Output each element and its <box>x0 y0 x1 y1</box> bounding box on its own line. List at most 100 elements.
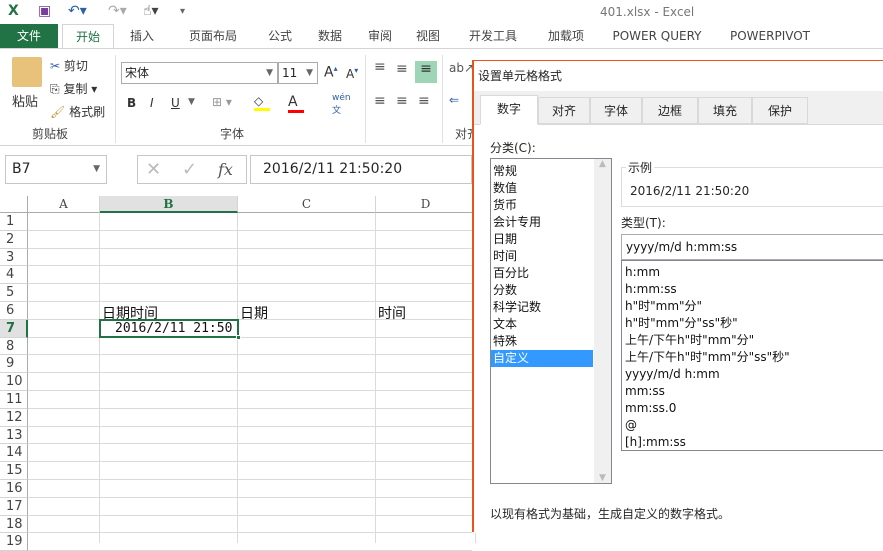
chevron-down-icon[interactable]: ▼ <box>188 97 195 107</box>
row-header-2[interactable]: 2 <box>0 230 28 249</box>
tab-4[interactable]: 公式 <box>256 24 304 49</box>
align-left-icon[interactable]: ≡ <box>374 93 386 109</box>
format-item[interactable]: h"时"mm"分" <box>622 298 883 315</box>
cancel-icon[interactable]: ✕ <box>146 156 161 183</box>
tab-5[interactable]: 数据 <box>306 24 354 49</box>
column-header-C[interactable]: C <box>238 196 376 213</box>
bold-button[interactable]: B <box>127 96 136 110</box>
format-item[interactable]: mm:ss <box>622 383 883 400</box>
tab-0[interactable]: 文件 <box>0 24 58 49</box>
align-bottom-icon[interactable]: ≡ <box>415 61 437 83</box>
dialog-tab-5[interactable]: 保护 <box>752 97 808 124</box>
category-item[interactable]: 货币 <box>491 197 593 214</box>
tab-10[interactable]: POWER QUERY <box>598 24 716 49</box>
undo-icon[interactable]: ↶▾ <box>68 3 87 19</box>
fill-color-button[interactable]: ◇ <box>254 94 270 111</box>
enter-icon[interactable]: ✓ <box>182 156 197 183</box>
row-header-11[interactable]: 11 <box>0 391 28 409</box>
tab-7[interactable]: 视图 <box>406 24 450 49</box>
dialog-tab-4[interactable]: 填充 <box>698 97 752 124</box>
row-header-15[interactable]: 15 <box>0 462 28 480</box>
font-color-button[interactable]: A <box>288 94 304 113</box>
row-header-8[interactable]: 8 <box>0 337 28 356</box>
category-item[interactable]: 时间 <box>491 248 593 265</box>
tab-2[interactable]: 插入 <box>116 24 168 49</box>
align-right-icon[interactable]: ≡ <box>418 93 430 109</box>
format-item[interactable]: h:mm <box>622 264 883 281</box>
dialog-tab-3[interactable]: 边框 <box>642 97 698 124</box>
scroll-down-icon[interactable]: ▼ <box>594 473 611 483</box>
orientation-icon[interactable]: ab↗ <box>449 61 474 75</box>
row-header-9[interactable]: 9 <box>0 355 28 374</box>
category-item[interactable]: 数值 <box>491 180 593 197</box>
paste-icon[interactable] <box>12 57 42 87</box>
decrease-indent-icon[interactable]: ⇐ <box>449 93 459 107</box>
row-header-5[interactable]: 5 <box>0 284 28 302</box>
format-item[interactable]: @ <box>622 417 883 434</box>
scroll-up-icon[interactable]: ▲ <box>594 159 611 169</box>
type-input[interactable]: yyyy/m/d h:mm:ss <box>621 234 883 260</box>
row-header-19[interactable]: 19 <box>0 533 28 551</box>
cell-C6[interactable]: 日期 <box>240 303 268 323</box>
spreadsheet-grid[interactable]: A B C D 1 2 3 4 5 6 7 8 9 10 11 12 13 14 15 16 17 18 19 日期时间 日期时… <box>0 196 476 551</box>
format-item[interactable]: [h]:mm:ss <box>622 434 883 451</box>
row-header-3[interactable]: 3 <box>0 248 28 267</box>
category-item[interactable]: 日期 <box>491 231 593 248</box>
customize-icon[interactable]: ▾ <box>180 6 185 17</box>
dialog-tab-2[interactable]: 字体 <box>590 97 642 124</box>
row-header-14[interactable]: 14 <box>0 444 28 463</box>
row-header-16[interactable]: 16 <box>0 480 28 498</box>
font-name-combo[interactable]: 宋体 ▼ <box>121 62 278 84</box>
format-item[interactable]: h"时"mm"分"ss"秒" <box>622 315 883 332</box>
select-all-corner[interactable] <box>0 196 28 213</box>
paste-button[interactable]: 粘贴 <box>12 91 38 110</box>
dialog-tab-0[interactable]: 数字 <box>480 95 538 125</box>
row-header-4[interactable]: 4 <box>0 266 28 285</box>
tab-8[interactable]: 开发工具 <box>452 24 534 49</box>
format-item[interactable]: h:mm:ss <box>622 281 883 298</box>
category-item[interactable]: 会计专用 <box>491 214 593 231</box>
tab-3[interactable]: 页面布局 <box>172 24 254 49</box>
italic-button[interactable]: I <box>150 96 154 110</box>
format-item[interactable]: 上午/下午h"时"mm"分" <box>622 332 883 349</box>
format-painter-button[interactable]: 🖌 格式刷 <box>50 103 105 120</box>
format-list[interactable]: h:mm h:mm:ss h"时"mm"分" h"时"mm"分"ss"秒" 上午/下午h… <box>621 260 883 451</box>
row-header-10[interactable]: 10 <box>0 373 28 391</box>
border-icon[interactable]: ⊞ ▾ <box>212 95 232 109</box>
fill-handle[interactable] <box>236 334 241 340</box>
category-item[interactable]: 常规 <box>491 163 593 180</box>
tab-1[interactable]: 开始 <box>62 24 114 49</box>
phonetic-button[interactable]: wén 文 <box>332 93 351 116</box>
column-header-A[interactable]: A <box>28 196 100 213</box>
touch-mode-icon[interactable]: ☝▾ <box>143 3 159 19</box>
tab-11[interactable]: POWERPIVOT <box>720 24 820 49</box>
row-header-12[interactable]: 12 <box>0 408 28 427</box>
format-item[interactable]: yyyy/m/d h:mm <box>622 366 883 383</box>
category-item[interactable]: 文本 <box>491 316 593 333</box>
column-header-D[interactable]: D <box>376 196 476 213</box>
formula-input[interactable]: 2016/2/11 21:50:20 <box>250 155 472 184</box>
grow-font-icon[interactable]: A▴ <box>324 64 338 81</box>
category-item[interactable]: 科学记数 <box>491 299 593 316</box>
name-box[interactable]: B7 ▼ <box>5 155 107 184</box>
row-header-18[interactable]: 18 <box>0 515 28 534</box>
category-item[interactable]: 特殊 <box>491 333 593 350</box>
align-middle-icon[interactable]: ≡ <box>396 61 408 77</box>
category-item[interactable]: 分数 <box>491 282 593 299</box>
column-header-B[interactable]: B <box>100 196 238 213</box>
shrink-font-icon[interactable]: A▾ <box>346 66 358 81</box>
category-list[interactable]: 常规 数值 货币 会计专用 日期 时间 百分比 分数 科学记数 文本 特殊 自定义 ▲ ▼ <box>490 158 612 484</box>
tab-9[interactable]: 加载项 <box>536 24 596 49</box>
row-header-1[interactable]: 1 <box>0 213 28 231</box>
dialog-tab-1[interactable]: 对齐 <box>538 97 590 124</box>
row-header-6[interactable]: 6 <box>0 302 28 320</box>
row-header-7[interactable]: 7 <box>0 319 28 338</box>
row-header-17[interactable]: 17 <box>0 497 28 516</box>
insert-function-icon[interactable]: fx <box>218 156 233 183</box>
font-size-combo[interactable]: 11 ▼ <box>278 62 318 84</box>
copy-button[interactable]: ⎘ 复制 ▾ <box>50 80 97 97</box>
underline-button[interactable]: U <box>171 96 180 110</box>
cut-button[interactable]: ✂ 剪切 <box>50 57 88 74</box>
format-item[interactable]: 上午/下午h"时"mm"分"ss"秒" <box>622 349 883 366</box>
format-item[interactable]: mm:ss.0 <box>622 400 883 417</box>
